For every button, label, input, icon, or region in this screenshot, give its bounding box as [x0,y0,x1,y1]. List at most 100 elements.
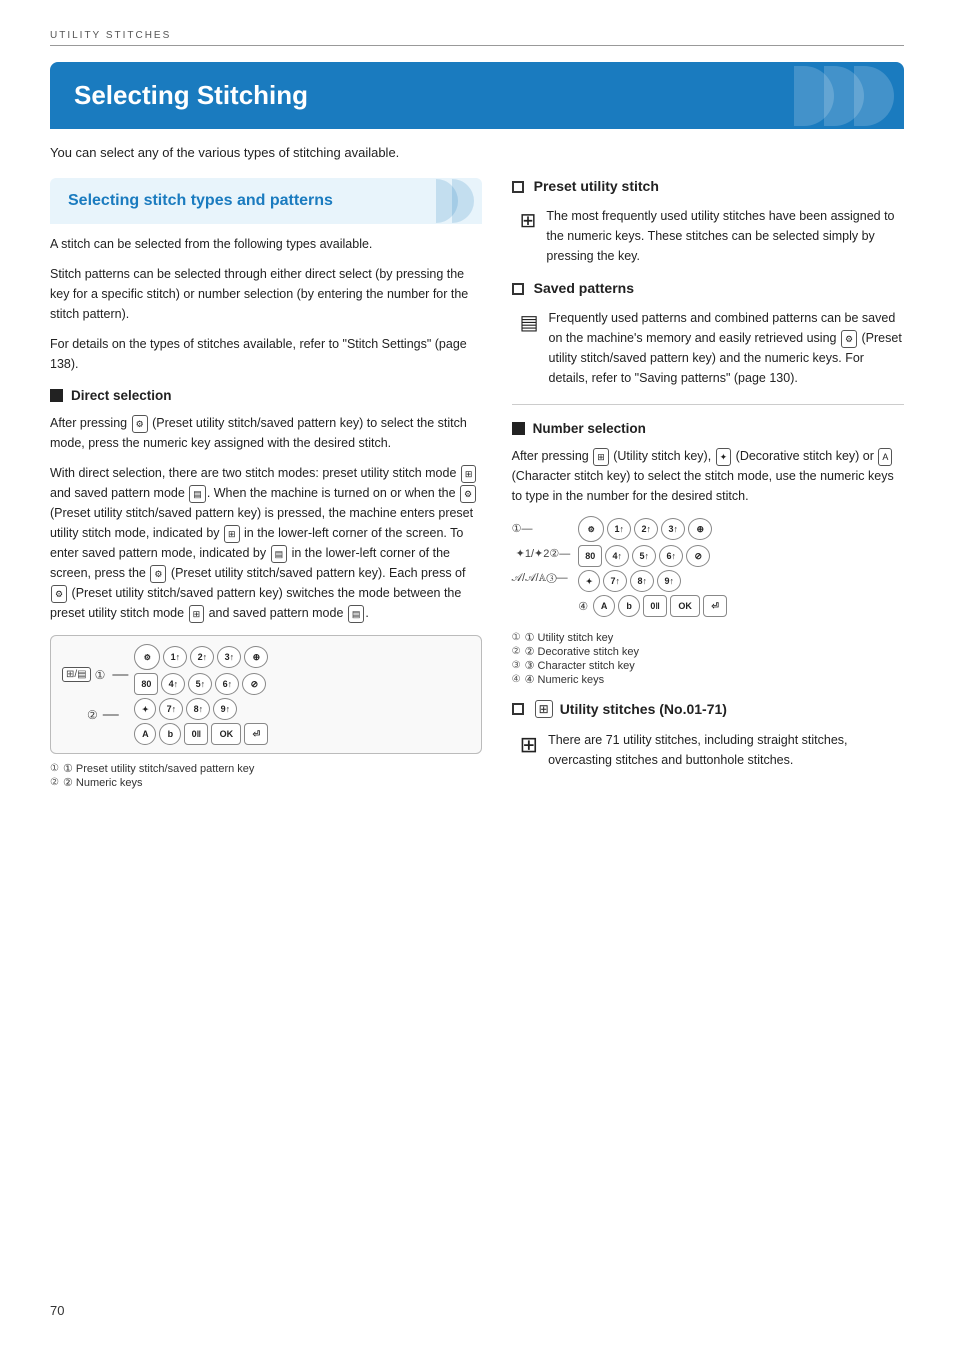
key2-4: 4↑ [605,545,629,567]
header-chevron-deco [804,66,894,126]
key2-3: 3↑ [661,518,685,540]
kbd-row2-3: ✦ 7↑ 8↑ 9↑ [578,570,727,592]
key-1: 1↑ [163,646,187,668]
left-column: Selecting stitch types and patterns A st… [50,178,482,790]
preset-key-icon-3: ⚙ [150,565,166,583]
saved-checkbox [512,283,524,295]
diagram1-label-row: ⊞/▤ ① — ② — ⚙ 1↑ 2↑ [61,644,268,745]
saved-patterns-body: Frequently used patterns and combined pa… [549,308,904,388]
key-3: 3↑ [217,646,241,668]
direct-selection-body2: With direct selection, there are two sti… [50,463,482,623]
key-back2: ⏎ [244,723,268,745]
key-back: ⊘ [242,673,266,695]
row4-label: ④ [578,600,588,613]
num-label-1: ①— [512,522,533,535]
direct-selection-body: After pressing ⚙ (Preset utility stitch/… [50,413,482,453]
num-caption-2: ② ② Decorative stitch key [512,645,904,658]
diagram1-left-labels: ⊞/▤ ① — ② — [61,666,128,724]
body-text-3: For details on the types of stitches ava… [50,334,482,374]
num-caption-4: ④ ④ Numeric keys [512,673,904,686]
key-preset: ⚙ [134,644,160,670]
key-2: 2↑ [190,646,214,668]
key2-2: 2↑ [634,518,658,540]
num-caption-1: ① ① Utility stitch key [512,631,904,644]
key-4: 4↑ [161,673,185,695]
caption-2-text: ② Numeric keys [63,776,143,789]
caption-2: ② ② Numeric keys [50,776,482,789]
key2-7: 7↑ [603,570,627,592]
direct-selection-heading: Direct selection [50,388,482,403]
preset-key-icon-2: ⚙ [460,485,476,503]
preset-checkbox-row: Preset utility stitch [512,178,904,194]
kbd-row-2: 80 4↑ 5↑ 6↑ ⊘ [134,673,268,695]
page-title: Selecting Stitching [74,80,308,111]
body-text-1: A stitch can be selected from the follow… [50,234,482,254]
black-square-icon-2 [512,422,525,435]
preset-key-icon-1: ⚙ [132,415,148,433]
section-box-title: Selecting stitch types and patterns [68,192,464,210]
caption-1-text: ① Preset utility stitch/saved pattern ke… [63,762,254,775]
utility-content: ⊞ There are 71 utility stitches, includi… [520,730,904,770]
kbd-row2-1: ⚙ 1↑ 2↑ 3↑ ⊕ [578,516,727,542]
key-6: 6↑ [215,673,239,695]
saved-checkbox-row: Saved patterns [512,280,904,296]
preset-utility-heading: Preset utility stitch [534,178,659,194]
utility-stitches-section: ⊞ Utility stitches (No.01-71) ⊞ There ar… [512,700,904,770]
utility-stitches-heading: Utility stitches (No.01-71) [560,701,727,717]
utility-stitches-body: There are 71 utility stitches, including… [548,730,904,770]
utility-key-icon: ⊞ [593,448,609,466]
number-diagram-wrap: ①— ✦1/✦2②— 𝒜/𝒜/𝔸③— ⚙ [512,516,904,617]
kbd-grid-2: ⚙ 1↑ 2↑ 3↑ ⊕ 80 4↑ 5↑ 6↑ ⊘ [578,516,727,617]
key2-5: 5↑ [632,545,656,567]
key2-1: 1↑ [607,518,631,540]
utility-stitch-large-icon: ⊞ [520,732,538,758]
utility-checkbox-row: ⊞ Utility stitches (No.01-71) [512,700,904,718]
key2-0: 0‖ [643,595,667,617]
num-caption-3: ③ ③ Character stitch key [512,659,904,672]
key2-A: A [593,595,615,617]
saved-patterns-section: Saved patterns ▤ Frequently used pattern… [512,280,904,388]
saved-icon-3: ▤ [348,605,365,623]
key2-8: 8↑ [630,570,654,592]
key2-back: ⊘ [686,545,710,567]
key2-6: 6↑ [659,545,683,567]
key2-b: b [618,595,640,617]
num-caption-1-text: ① Utility stitch key [525,631,614,644]
number-selection-heading: Number selection [512,421,904,436]
direct-selection-label: Direct selection [71,388,172,403]
num-caption-4-text: ④ Numeric keys [525,673,605,686]
number-diagram-captions: ① ① Utility stitch key ② ② Decorative st… [512,631,904,686]
key-80: 80 [134,673,158,695]
grid-mode-icon: ⊞ [461,465,477,483]
grid-icon-2: ⊞ [224,525,240,543]
divider [512,404,904,405]
key-b: b [159,723,181,745]
preset-content: ⊞ The most frequently used utility stitc… [520,206,904,266]
deco-key-icon: ✦ [716,448,732,466]
num-label-2: ✦1/✦2②— [516,547,571,560]
keyboard-diagram-1: ⊞/▤ ① — ② — ⚙ 1↑ 2↑ [50,635,482,754]
number-diagram-left-labels: ①— ✦1/✦2②— 𝒜/𝒜/𝔸③— [512,522,571,585]
utility-checkbox [512,703,524,715]
diagram1-captions: ① ① Preset utility stitch/saved pattern … [50,762,482,789]
key2-ok: OK [670,595,700,617]
kbd-row-4: A b 0‖ OK ⏎ [134,723,268,745]
saved-retrieve-icon: ⚙ [841,330,857,348]
page: UTILITY STITCHES Selecting Stitching You… [0,0,954,1348]
grid-icon-3: ⊞ [189,605,205,623]
key2-80: 80 [578,545,602,567]
caption-1: ① ① Preset utility stitch/saved pattern … [50,762,482,775]
saved-icon-2: ▤ [271,545,288,563]
black-square-icon [50,389,63,402]
two-column-layout: Selecting stitch types and patterns A st… [50,178,904,790]
key-7: 7↑ [159,698,183,720]
key2-9: 9↑ [657,570,681,592]
key-star: ✦ [134,698,156,720]
preset-utility-section: Preset utility stitch ⊞ The most frequen… [512,178,904,266]
key2-star: ✦ [578,570,600,592]
saved-content: ▤ Frequently used patterns and combined … [520,308,904,388]
utility-heading-row: ⊞ Utility stitches (No.01-71) [534,700,727,718]
preset-utility-body: The most frequently used utility stitche… [546,206,904,266]
key-arrow: ⊕ [244,646,268,668]
page-header: Selecting Stitching [50,62,904,129]
